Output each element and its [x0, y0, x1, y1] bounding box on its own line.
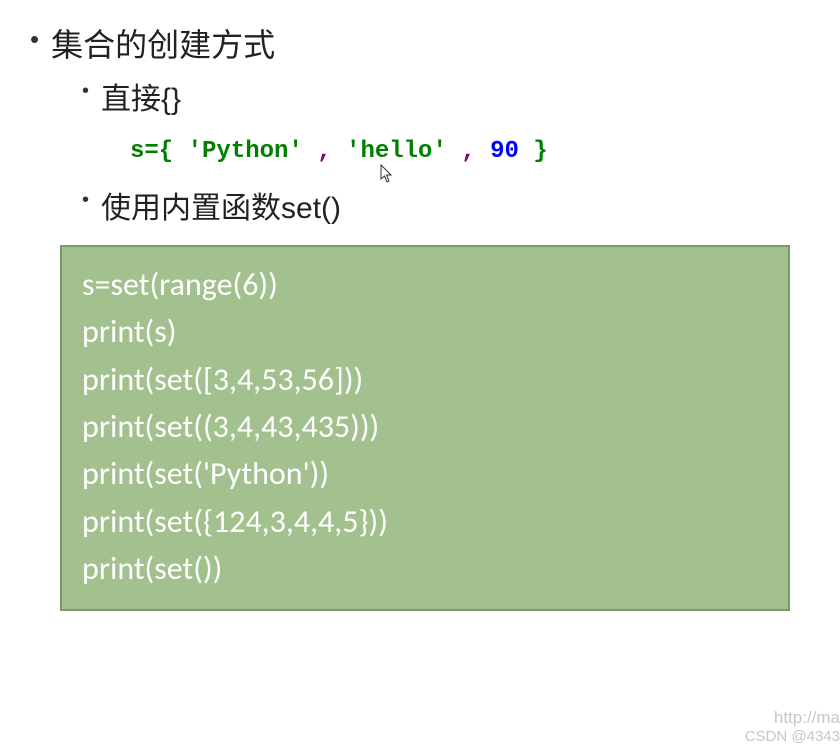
code-seg: }	[519, 138, 548, 165]
bullet-level1: • 集合的创建方式	[30, 20, 810, 66]
code-seg: ,	[447, 138, 476, 165]
code-line: print(set([3,4,53,56]))	[82, 356, 768, 403]
code-seg: 90	[476, 138, 519, 165]
watermark-line1: http://ma	[745, 707, 840, 728]
bullet-level2-b: • 使用内置函数set()	[82, 183, 810, 227]
code-line: s=set(range(6))	[82, 261, 768, 308]
watermark-line2: CSDN @4343	[745, 728, 840, 747]
bullet-dot-icon: •	[30, 24, 39, 55]
code-line: print(set((3,4,43,435)))	[82, 403, 768, 450]
bullet-l2a-text: 直接{}	[101, 74, 181, 118]
code-line: print(set())	[82, 545, 768, 592]
code-seg: ,	[303, 138, 346, 165]
bullet-level2-a: • 直接{}	[82, 74, 810, 118]
code-line: print(set({124,3,4,4,5}))	[82, 498, 768, 545]
code-line: print(set('Python'))	[82, 450, 768, 497]
bullet-l2b-text: 使用内置函数set()	[101, 183, 341, 227]
code-line: print(s)	[82, 308, 768, 355]
watermark: http://ma CSDN @4343	[745, 707, 840, 747]
bullet-dot-icon: •	[82, 80, 89, 103]
code-block: s=set(range(6)) print(s) print(set([3,4,…	[60, 245, 790, 611]
code-seg: 'hello'	[346, 138, 447, 165]
slide-content: • 集合的创建方式 • 直接{} s={ 'Python' , 'hello' …	[0, 0, 840, 631]
code-seg: 'Python'	[188, 138, 303, 165]
bullet-dot-icon: •	[82, 189, 89, 212]
bullet-l1-text: 集合的创建方式	[51, 20, 275, 66]
inline-code-example: s={ 'Python' , 'hello' , 90 }	[130, 138, 810, 165]
code-seg: s={	[130, 138, 188, 165]
